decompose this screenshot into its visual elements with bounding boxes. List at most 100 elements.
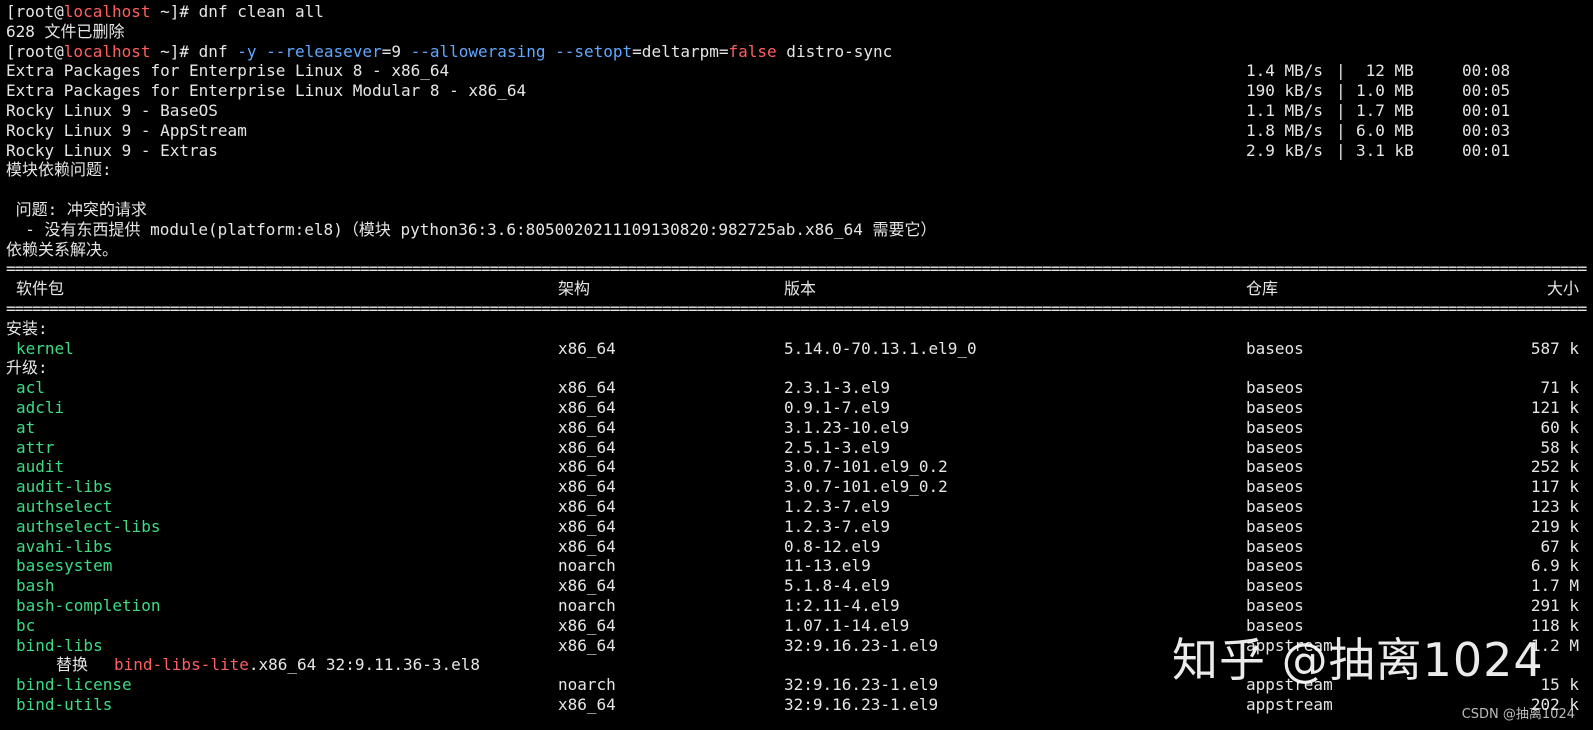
package-size: 291 k	[1530, 595, 1579, 615]
repo-time: 00:08	[1462, 61, 1511, 81]
package-version: 32:9.16.23-1.el9	[784, 635, 939, 655]
table-row: authselect-libs x86_64 1.2.3-7.el9 baseo…	[6, 517, 1587, 537]
package-arch: x86_64	[558, 576, 616, 596]
package-size: 15 k	[1540, 675, 1579, 695]
command-end: distro-sync	[776, 41, 893, 61]
package-arch: x86_64	[558, 477, 616, 497]
problem-detail: - 没有东西提供 module(platform:el8)（模块 python3…	[6, 219, 937, 239]
package-arch: noarch	[558, 595, 616, 615]
package-name: bc	[16, 615, 36, 635]
package-size: 121 k	[1530, 397, 1579, 417]
prompt-rest: ~]#	[150, 41, 199, 61]
package-name: avahi-libs	[16, 536, 113, 556]
obsolete-version: .x86_64 32:9.11.36-3.el8	[248, 655, 481, 675]
prompt-host: localhost	[63, 2, 151, 21]
package-arch: noarch	[558, 556, 616, 576]
package-name: authselect	[16, 496, 113, 516]
package-repo: baseos	[1246, 397, 1304, 417]
package-size: 1.7 M	[1530, 576, 1579, 596]
package-repo: baseos	[1246, 595, 1304, 615]
repo-size: 1.0 MB	[1356, 81, 1414, 101]
install-label: 安装:	[6, 318, 48, 338]
package-size: 60 k	[1540, 417, 1579, 437]
package-size: 58 k	[1540, 437, 1579, 457]
problem-detail-line: - 没有东西提供 module(platform:el8)（模块 python3…	[6, 220, 1587, 240]
package-repo: baseos	[1246, 437, 1304, 457]
terminal-window[interactable]: [root@localhost ~]# dnf clean all 628 文件…	[6, 2, 1587, 728]
package-name: acl	[16, 378, 45, 398]
package-version: 11-13.el9	[784, 556, 871, 576]
package-version: 2.3.1-3.el9	[784, 378, 890, 398]
repo-line: Rocky Linux 9 - BaseOS 1.1 MB/s | 1.7 MB…	[6, 101, 1587, 121]
repo-speed: 1.8 MB/s	[1246, 120, 1324, 140]
prompt-user: [root@	[6, 41, 64, 61]
package-repo: baseos	[1246, 516, 1304, 536]
package-repo: baseos	[1246, 556, 1304, 576]
header-arch: 架构	[558, 279, 591, 299]
package-arch: x86_64	[558, 417, 616, 437]
repo-name: Rocky Linux 9 - AppStream	[6, 120, 247, 140]
package-version: 2.5.1-3.el9	[784, 437, 890, 457]
table-row: avahi-libs x86_64 0.8-12.el9 baseos 67 k	[6, 537, 1587, 557]
package-size: 67 k	[1540, 536, 1579, 556]
package-version: 5.1.8-4.el9	[784, 576, 890, 596]
package-name: kernel	[16, 338, 74, 358]
package-version: 3.0.7-101.el9_0.2	[784, 477, 948, 497]
table-row: authselect x86_64 1.2.3-7.el9 baseos 123…	[6, 497, 1587, 517]
package-arch: x86_64	[558, 437, 616, 457]
repo-time: 00:01	[1462, 140, 1511, 160]
repo-name: Rocky Linux 9 - Extras	[6, 140, 218, 160]
package-version: 0.8-12.el9	[784, 536, 881, 556]
package-version: 5.14.0-70.13.1.el9_0	[784, 338, 977, 358]
command-start: dnf	[198, 41, 238, 61]
repo-sep: |	[1336, 81, 1346, 101]
package-version: 1.07.1-14.el9	[784, 615, 910, 635]
table-row: audit x86_64 3.0.7-101.el9_0.2 baseos 25…	[6, 457, 1587, 477]
package-size: 71 k	[1540, 378, 1579, 398]
package-arch: x86_64	[558, 397, 616, 417]
package-name: authselect-libs	[16, 516, 161, 536]
repo-time: 00:01	[1462, 100, 1511, 120]
package-repo: baseos	[1246, 576, 1304, 596]
output-line: 628 文件已删除	[6, 22, 1587, 42]
flag-y: -y	[237, 41, 257, 61]
resolved-text: 依赖关系解决。	[6, 239, 119, 259]
eq-9: =9	[381, 41, 411, 61]
package-arch: x86_64	[558, 516, 616, 536]
prompt-host: localhost	[63, 41, 151, 61]
prompt-user: [root@	[6, 2, 64, 21]
package-version: 1.2.3-7.el9	[784, 516, 890, 536]
package-arch: x86_64	[558, 457, 616, 477]
resolved-line: 依赖关系解决。	[6, 240, 1587, 260]
flag-releasever: --releasever	[256, 41, 382, 61]
problem-title: 问题: 冲突的请求	[6, 199, 147, 219]
repo-size: 3.1 kB	[1356, 140, 1414, 160]
table-header: 软件包 架构 版本 仓库 大小	[6, 279, 1587, 299]
obsolete-package: bind-libs-lite	[114, 655, 249, 675]
repo-speed: 2.9 kB/s	[1246, 140, 1324, 160]
package-name: attr	[16, 437, 55, 457]
table-row: acl x86_64 2.3.1-3.el9 baseos 71 k	[6, 378, 1587, 398]
upgrade-label: 升级:	[6, 358, 48, 378]
separator-top: ========================================…	[6, 259, 1587, 279]
section-install: 安装:	[6, 319, 1587, 339]
section-upgrade: 升级:	[6, 358, 1587, 378]
package-arch: x86_64	[558, 496, 616, 516]
repo-speed: 190 kB/s	[1246, 81, 1324, 101]
package-name: audit	[16, 457, 65, 477]
header-version: 版本	[784, 279, 817, 299]
package-name: adcli	[16, 397, 65, 417]
package-size: 117 k	[1530, 477, 1579, 497]
watermark-zhihu: 知乎 @抽离1024	[1172, 633, 1544, 687]
separator-bottom: ========================================…	[6, 298, 1587, 318]
package-version: 32:9.16.23-1.el9	[784, 694, 939, 714]
repo-sep: |	[1336, 140, 1346, 160]
repo-line: Rocky Linux 9 - Extras 2.9 kB/s | 3.1 kB…	[6, 141, 1587, 161]
package-repo: baseos	[1246, 338, 1304, 358]
package-repo: baseos	[1246, 378, 1304, 398]
package-arch: x86_64	[558, 694, 616, 714]
command-text: dnf clean all	[198, 2, 324, 21]
package-name: bind-license	[16, 675, 132, 695]
package-name: bash-completion	[16, 595, 161, 615]
